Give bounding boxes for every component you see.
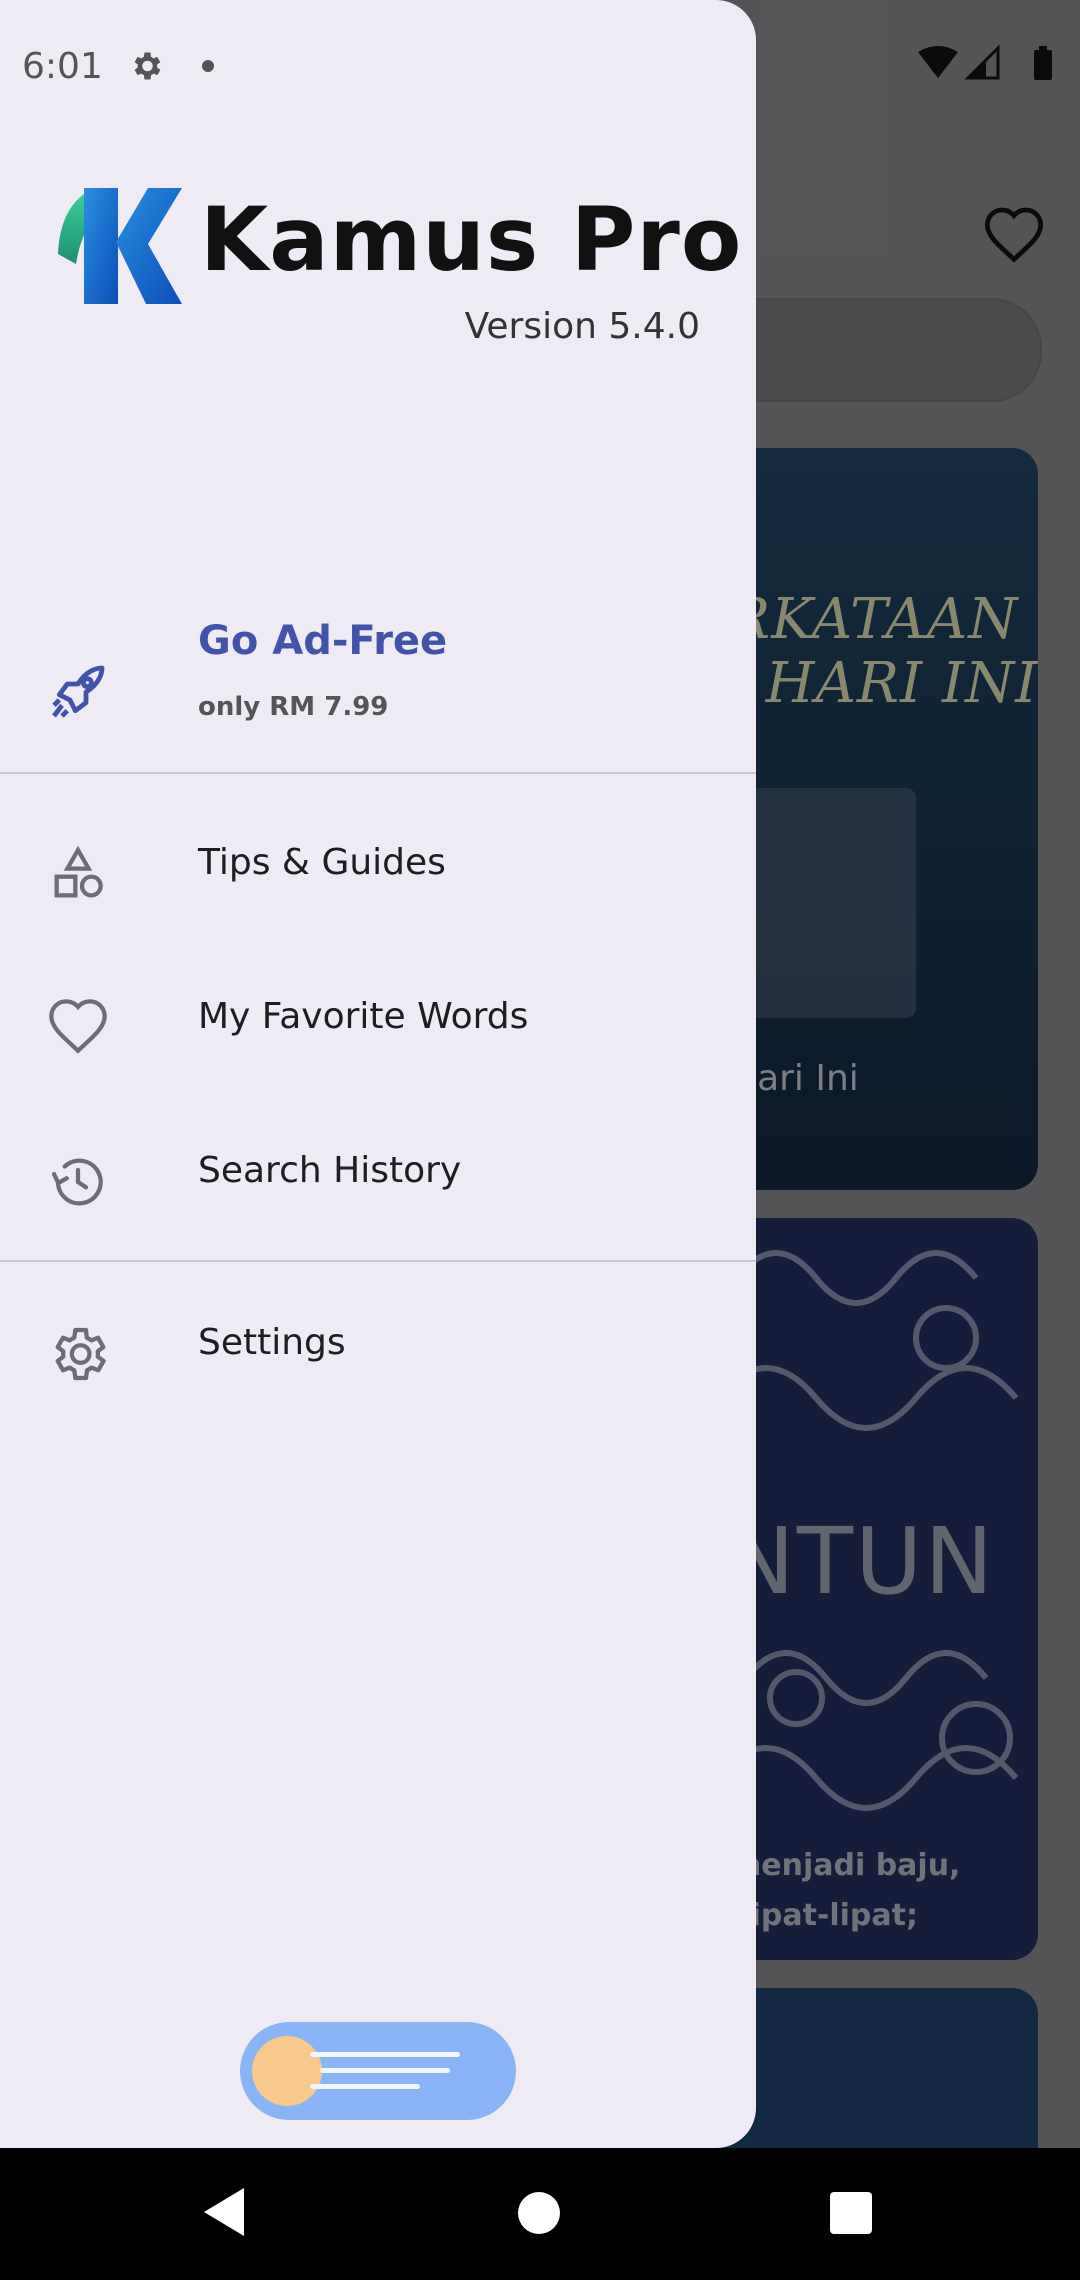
screen: RKATAAN HARI INI Hari Ini NTUN menjadi b… [0, 0, 1080, 2148]
rocket-icon [52, 665, 105, 718]
kamus-pro-logo-icon [58, 188, 182, 304]
shapes-icon [54, 845, 103, 898]
wind-streak-icon [310, 2052, 460, 2057]
favorite-words-label: My Favorite Words [198, 996, 529, 1037]
drawer-divider [0, 1260, 756, 1262]
app-version: Version 5.4.0 [464, 306, 700, 347]
status-bar: 6:01 [0, 0, 756, 136]
search-history-label: Search History [198, 1150, 462, 1191]
tips-guides-label: Tips & Guides [198, 842, 446, 883]
status-time: 6:01 [22, 46, 103, 87]
back-icon[interactable] [200, 2186, 248, 2238]
go-ad-free-item[interactable]: Go Ad-Free only RM 7.99 [0, 600, 756, 770]
wind-streak-icon [310, 2084, 420, 2089]
favorite-words-item[interactable]: My Favorite Words [0, 974, 756, 1084]
system-navigation-bar [0, 2148, 1080, 2280]
drawer-divider [0, 772, 756, 774]
navigation-drawer: 6:01 Kamus Pro Version 5.4.0 Go Ad-Free … [0, 0, 756, 2148]
recent-apps-icon[interactable] [830, 2192, 872, 2234]
app-title: Kamus Pro [200, 188, 743, 291]
tips-guides-item[interactable]: Tips & Guides [0, 820, 756, 930]
history-icon [51, 1158, 103, 1206]
go-ad-free-label: Go Ad-Free [198, 618, 448, 664]
notification-dot-icon [202, 60, 214, 72]
heart-outline-icon [49, 999, 107, 1054]
settings-item[interactable]: Settings [0, 1300, 756, 1410]
go-ad-free-price: only RM 7.99 [198, 692, 389, 722]
gear-icon [55, 1327, 106, 1381]
search-history-item[interactable]: Search History [0, 1128, 756, 1238]
wind-streak-icon [320, 2068, 450, 2073]
home-icon[interactable] [518, 2192, 560, 2234]
sun-icon [252, 2036, 322, 2106]
settings-label: Settings [198, 1322, 346, 1363]
settings-notification-icon [134, 52, 161, 80]
theme-toggle[interactable] [240, 2022, 516, 2120]
